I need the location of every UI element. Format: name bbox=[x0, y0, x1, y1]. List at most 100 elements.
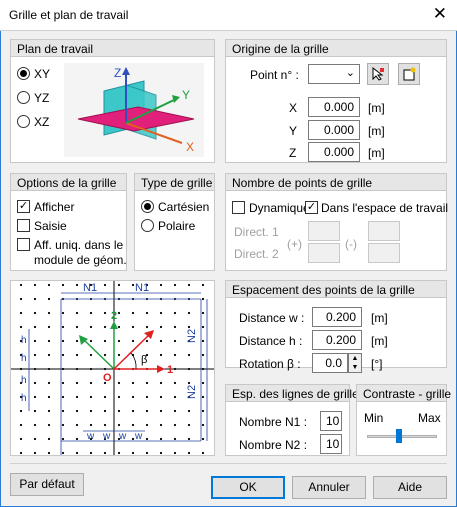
ok-button[interactable]: OK bbox=[211, 476, 285, 499]
grid-dot bbox=[47, 451, 51, 455]
radio-polaire[interactable] bbox=[141, 219, 154, 232]
options-grille-group: Options de la grille ✓ Afficher Saisie A… bbox=[10, 173, 127, 271]
n2-input[interactable]: 10 bbox=[320, 434, 342, 454]
grid-dot bbox=[159, 423, 163, 427]
cancel-button[interactable]: Annuler bbox=[292, 476, 366, 499]
dynamique-checkbox[interactable] bbox=[232, 201, 245, 214]
grid-dot bbox=[201, 395, 205, 399]
grid-dot bbox=[201, 423, 205, 427]
grid-dot bbox=[19, 423, 23, 427]
grid-dot bbox=[61, 423, 65, 427]
grid-dot bbox=[145, 437, 149, 441]
direct2-plus-input[interactable] bbox=[308, 243, 340, 263]
grid-dot bbox=[187, 381, 191, 385]
default-button[interactable]: Par défaut bbox=[10, 473, 84, 496]
contraste-slider-thumb[interactable] bbox=[395, 429, 402, 443]
n1-label-right: N1 bbox=[135, 282, 149, 294]
grid-dot bbox=[75, 283, 79, 287]
help-button[interactable]: Aide bbox=[373, 476, 447, 499]
cursor-pick-icon bbox=[372, 66, 384, 81]
grid-dot bbox=[173, 409, 177, 413]
radio-cartesien[interactable] bbox=[141, 200, 154, 213]
new-point-button[interactable] bbox=[398, 63, 420, 85]
grid-dot bbox=[47, 423, 51, 427]
type-grille-group: Type de grille Cartésien Polaire bbox=[134, 173, 215, 271]
grid-dot bbox=[131, 395, 135, 399]
grid-dot bbox=[33, 297, 37, 301]
radio-yz[interactable] bbox=[17, 91, 30, 104]
rotation-input[interactable]: 0.0 bbox=[312, 353, 348, 373]
grid-dot bbox=[33, 283, 37, 287]
afficher-checkbox[interactable]: ✓ bbox=[17, 200, 30, 213]
grid-dot bbox=[75, 423, 79, 427]
grid-dot bbox=[117, 423, 121, 427]
grid-dot bbox=[33, 311, 37, 315]
grid-dot bbox=[201, 339, 205, 343]
grid-dot bbox=[33, 353, 37, 357]
grid-dot bbox=[19, 297, 23, 301]
n1-input[interactable]: 10 bbox=[320, 411, 342, 431]
grid-dot bbox=[103, 395, 107, 399]
grid-dot bbox=[201, 297, 205, 301]
grid-dot bbox=[89, 353, 93, 357]
direct2-minus-input[interactable] bbox=[368, 243, 400, 263]
point-select[interactable]: ⌄ bbox=[308, 64, 360, 84]
grid-dot bbox=[117, 451, 121, 455]
radio-xy[interactable] bbox=[17, 67, 30, 80]
espace-checkbox[interactable]: ✓ bbox=[305, 201, 318, 214]
saisie-checkbox[interactable] bbox=[17, 219, 30, 232]
contraste-max-label: Max bbox=[418, 411, 441, 425]
direct1-minus-input[interactable] bbox=[368, 221, 400, 241]
grid-dot bbox=[89, 423, 93, 427]
grid-dot bbox=[75, 353, 79, 357]
grid-dot bbox=[117, 381, 121, 385]
x-input[interactable]: 0.000 bbox=[308, 97, 360, 117]
dist-w-input[interactable]: 0.200 bbox=[312, 307, 362, 327]
grid-dot bbox=[159, 339, 163, 343]
h-label-4: h bbox=[21, 393, 27, 404]
grid-dot bbox=[187, 451, 191, 455]
grid-dot bbox=[47, 325, 51, 329]
grid-dot bbox=[47, 395, 51, 399]
grid-dot bbox=[117, 353, 121, 357]
spin-down-icon[interactable]: ▼ bbox=[349, 363, 361, 372]
aff-uniq-checkbox[interactable] bbox=[17, 238, 30, 251]
grid-dot bbox=[187, 311, 191, 315]
radio-xz[interactable] bbox=[17, 115, 30, 128]
grid-dot bbox=[117, 325, 121, 329]
grid-dot bbox=[47, 437, 51, 441]
grid-dot bbox=[33, 423, 37, 427]
grid-dot bbox=[89, 381, 93, 385]
grid-dot bbox=[33, 381, 37, 385]
direct1-plus-input[interactable] bbox=[308, 221, 340, 241]
grid-dot bbox=[47, 311, 51, 315]
grid-dot bbox=[61, 451, 65, 455]
grid-dot bbox=[47, 297, 51, 301]
grid-dot bbox=[173, 381, 177, 385]
origine-group: Origine de la grille Point n° : ⌄ X 0.00… bbox=[225, 39, 447, 163]
grid-dot bbox=[159, 409, 163, 413]
spin-up-icon[interactable]: ▲ bbox=[349, 354, 361, 363]
grid-dot bbox=[61, 311, 65, 315]
grid-dot bbox=[117, 283, 121, 287]
rotation-spinner[interactable]: ▲ ▼ bbox=[348, 353, 362, 373]
grid-dot bbox=[145, 311, 149, 315]
grid-dot bbox=[145, 423, 149, 427]
w-label-4: w bbox=[134, 431, 143, 442]
grid-dot bbox=[19, 311, 23, 315]
x-label: X bbox=[289, 101, 298, 115]
grid-dot bbox=[19, 325, 23, 329]
separator bbox=[10, 463, 447, 464]
plan-title: Plan de travail bbox=[11, 40, 214, 57]
grid-dot bbox=[145, 339, 149, 343]
close-icon[interactable]: ✕ bbox=[433, 4, 447, 24]
espacement-title: Espacement des points de la grille bbox=[226, 281, 446, 298]
pick-point-button[interactable] bbox=[367, 63, 389, 85]
z-input[interactable]: 0.000 bbox=[308, 142, 360, 162]
minus-label: (-) bbox=[345, 237, 357, 251]
grid-dot bbox=[19, 451, 23, 455]
grid-dot bbox=[131, 283, 135, 287]
dist-h-input[interactable]: 0.200 bbox=[312, 330, 362, 350]
y-input[interactable]: 0.000 bbox=[308, 120, 360, 140]
contraste-track bbox=[367, 435, 437, 438]
